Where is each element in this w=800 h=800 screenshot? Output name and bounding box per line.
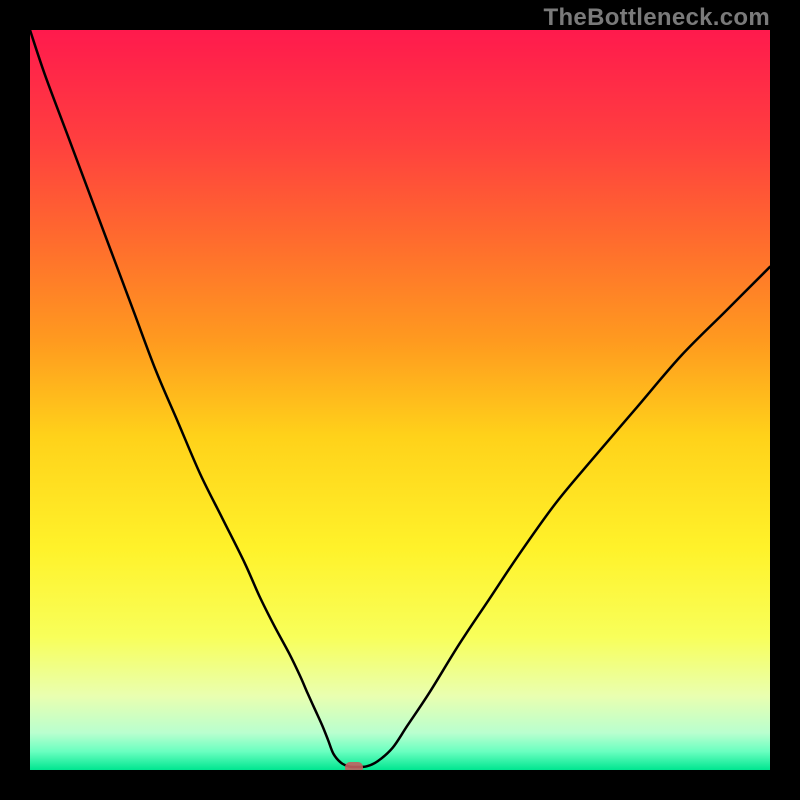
chart-frame: TheBottleneck.com (0, 0, 800, 800)
watermark-text: TheBottleneck.com (544, 4, 770, 32)
optimum-marker (345, 762, 363, 770)
plot-area (30, 30, 770, 770)
bottleneck-curve (30, 30, 770, 770)
